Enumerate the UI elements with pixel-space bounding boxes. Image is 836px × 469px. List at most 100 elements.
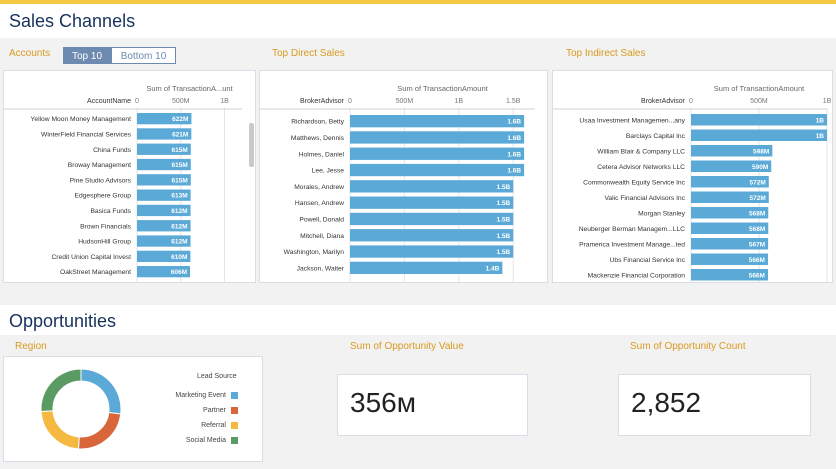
x-tick-label-1: 500M bbox=[172, 98, 190, 105]
category-label-8: Washington, Marilyn bbox=[284, 249, 345, 256]
bar-value-label-1: 1B bbox=[816, 133, 825, 140]
donut-slice-referral bbox=[40, 410, 80, 450]
bar-value-label-1: 621M bbox=[172, 131, 188, 138]
opps-header-bg bbox=[0, 305, 836, 335]
legend-title: Lead Source bbox=[197, 373, 237, 380]
legend-label-referral: Referral bbox=[201, 422, 226, 429]
legend-label-marketing-event: Marketing Event bbox=[175, 392, 226, 399]
opportunity-value-label: Sum of Opportunity Value bbox=[350, 341, 464, 352]
category-label-9: Credit Union Capital Invest bbox=[51, 254, 131, 261]
donut-slice-marketing-event bbox=[80, 368, 122, 415]
category-label-0: Yellow Moon Money Management bbox=[31, 116, 132, 123]
y-axis-label: AccountName bbox=[87, 98, 131, 105]
x-tick-label-2: 1B bbox=[455, 98, 464, 105]
bar-value-label-0: 622M bbox=[172, 116, 188, 123]
category-label-6: Morgan Stanley bbox=[638, 210, 685, 217]
legend-swatch-referral bbox=[231, 422, 238, 429]
bar-5 bbox=[350, 196, 514, 209]
region-label: Region bbox=[15, 341, 47, 352]
legend-label-social-media: Social Media bbox=[185, 437, 226, 444]
category-label-9: Ubs Financial Service Inc bbox=[610, 257, 686, 264]
category-label-0: Richardson, Betty bbox=[291, 119, 344, 126]
bar-value-label-10: 566M bbox=[749, 272, 765, 279]
category-label-2: Holmes, Daniel bbox=[299, 151, 345, 158]
bar-value-label-2: 1.6B bbox=[507, 151, 521, 158]
category-label-3: Lee, Jesse bbox=[312, 168, 345, 175]
accounts-bar-chart: Sum of TransactionA...unt AccountName 0 500… bbox=[4, 84, 242, 282]
category-label-4: Pine Studio Advisors bbox=[70, 177, 132, 184]
bar-value-label-9: 566M bbox=[749, 257, 765, 264]
bar-value-label-0: 1.6B bbox=[507, 119, 521, 126]
direct-sales-chart-card: Sum of TransactionAmount BrokerAdvisor 0 50… bbox=[259, 70, 548, 283]
category-label-3: Cetera Advisor Networks LLC bbox=[597, 164, 685, 171]
bar-1 bbox=[691, 129, 827, 141]
bar-3 bbox=[350, 163, 525, 177]
opportunity-count-label: Sum of Opportunity Count bbox=[630, 341, 746, 352]
bar-value-label-2: 598M bbox=[753, 148, 769, 155]
bar-2 bbox=[350, 147, 525, 160]
bar-4 bbox=[350, 180, 514, 193]
bar-value-label-10: 606M bbox=[171, 269, 187, 276]
bar-value-label-5: 1.5B bbox=[497, 200, 511, 207]
bar-value-label-9: 1.4B bbox=[486, 265, 500, 272]
x-tick-label-1: 500M bbox=[750, 98, 768, 105]
category-label-3: Broway Management bbox=[68, 162, 131, 169]
legend-swatch-partner bbox=[231, 407, 238, 414]
bar-value-label-4: 615M bbox=[172, 177, 188, 184]
indirect-sales-bar-chart: Sum of TransactionAmount BrokerAdvisor 0 50… bbox=[553, 84, 832, 282]
bar-1 bbox=[350, 131, 525, 144]
bar-value-label-3: 615M bbox=[172, 162, 188, 169]
category-label-1: Barclays Capital Inc bbox=[626, 133, 686, 140]
bar-value-label-7: 568M bbox=[749, 226, 765, 233]
bar-value-label-6: 1.5B bbox=[497, 216, 511, 223]
opportunity-count-metric: 2,852 bbox=[618, 374, 811, 436]
bar-value-label-1: 1.6B bbox=[507, 135, 521, 142]
x-tick-label-0: 0 bbox=[348, 98, 352, 105]
bar-value-label-8: 612M bbox=[171, 239, 187, 246]
accounts-chart-scrollbar[interactable] bbox=[249, 123, 254, 167]
category-label-1: WinterField Financial Services bbox=[41, 131, 132, 138]
x-tick-label-2: 1B bbox=[220, 98, 229, 105]
sales-channels-title: Sales Channels bbox=[9, 11, 136, 31]
bar-value-label-6: 568M bbox=[749, 210, 765, 217]
category-label-4: Morales, Andrew bbox=[294, 184, 344, 191]
legend-label-partner: Partner bbox=[203, 407, 226, 414]
category-label-8: Pramerica Investment Manage...ted bbox=[579, 241, 685, 248]
bar-value-label-5: 613M bbox=[171, 193, 187, 200]
region-chart-card: Lead Source Marketing Event Partner Refe… bbox=[3, 356, 263, 462]
top-direct-sales-label: Top Direct Sales bbox=[272, 48, 345, 59]
bar-value-label-4: 1.5B bbox=[497, 184, 511, 191]
donut-slice-partner bbox=[77, 411, 122, 450]
category-label-7: Mitchell, Diana bbox=[300, 233, 344, 240]
bar-8 bbox=[350, 245, 514, 258]
bar-value-label-8: 567M bbox=[749, 241, 765, 248]
bar-value-label-9: 610M bbox=[171, 254, 187, 261]
x-tick-label-1: 500M bbox=[396, 98, 414, 105]
bar-value-label-0: 1B bbox=[816, 117, 825, 124]
chart-title: Sum of TransactionA...unt bbox=[146, 84, 233, 93]
category-label-5: Hansen, Andrew bbox=[295, 200, 344, 207]
bar-value-label-3: 590M bbox=[752, 164, 768, 171]
category-label-10: OakStreet Management bbox=[60, 269, 131, 276]
accounts-chart-card: Sum of TransactionA...unt AccountName 0 500… bbox=[3, 70, 256, 283]
bar-value-label-6: 612M bbox=[171, 208, 187, 215]
bar-value-label-7: 612M bbox=[171, 223, 187, 230]
legend-swatch-marketing-event bbox=[231, 392, 238, 399]
bar-9 bbox=[350, 261, 503, 274]
category-label-4: Commonwealth Equity Service Inc bbox=[583, 179, 685, 186]
bar-value-label-8: 1.5B bbox=[497, 249, 511, 256]
category-label-1: Matthews, Dennis bbox=[291, 135, 345, 142]
category-label-6: Powell, Donald bbox=[299, 216, 344, 223]
bar-value-label-7: 1.5B bbox=[497, 233, 511, 240]
donut-slice-social-media bbox=[40, 368, 82, 413]
bottom-10-toggle[interactable]: Bottom 10 bbox=[111, 47, 176, 64]
chart-title: Sum of TransactionAmount bbox=[714, 84, 805, 93]
category-label-8: HudsonHill Group bbox=[78, 239, 131, 246]
region-donut-chart bbox=[40, 368, 122, 450]
bar-value-label-4: 572M bbox=[750, 179, 766, 186]
top-10-toggle[interactable]: Top 10 bbox=[63, 47, 111, 64]
direct-sales-bar-chart: Sum of TransactionAmount BrokerAdvisor 0 50… bbox=[260, 84, 535, 282]
indirect-sales-chart-card: Sum of TransactionAmount BrokerAdvisor 0 50… bbox=[552, 70, 833, 283]
category-label-2: William Blair & Company LLC bbox=[597, 148, 685, 155]
category-label-7: Neuberger Berman Managem...LLC bbox=[579, 226, 685, 233]
